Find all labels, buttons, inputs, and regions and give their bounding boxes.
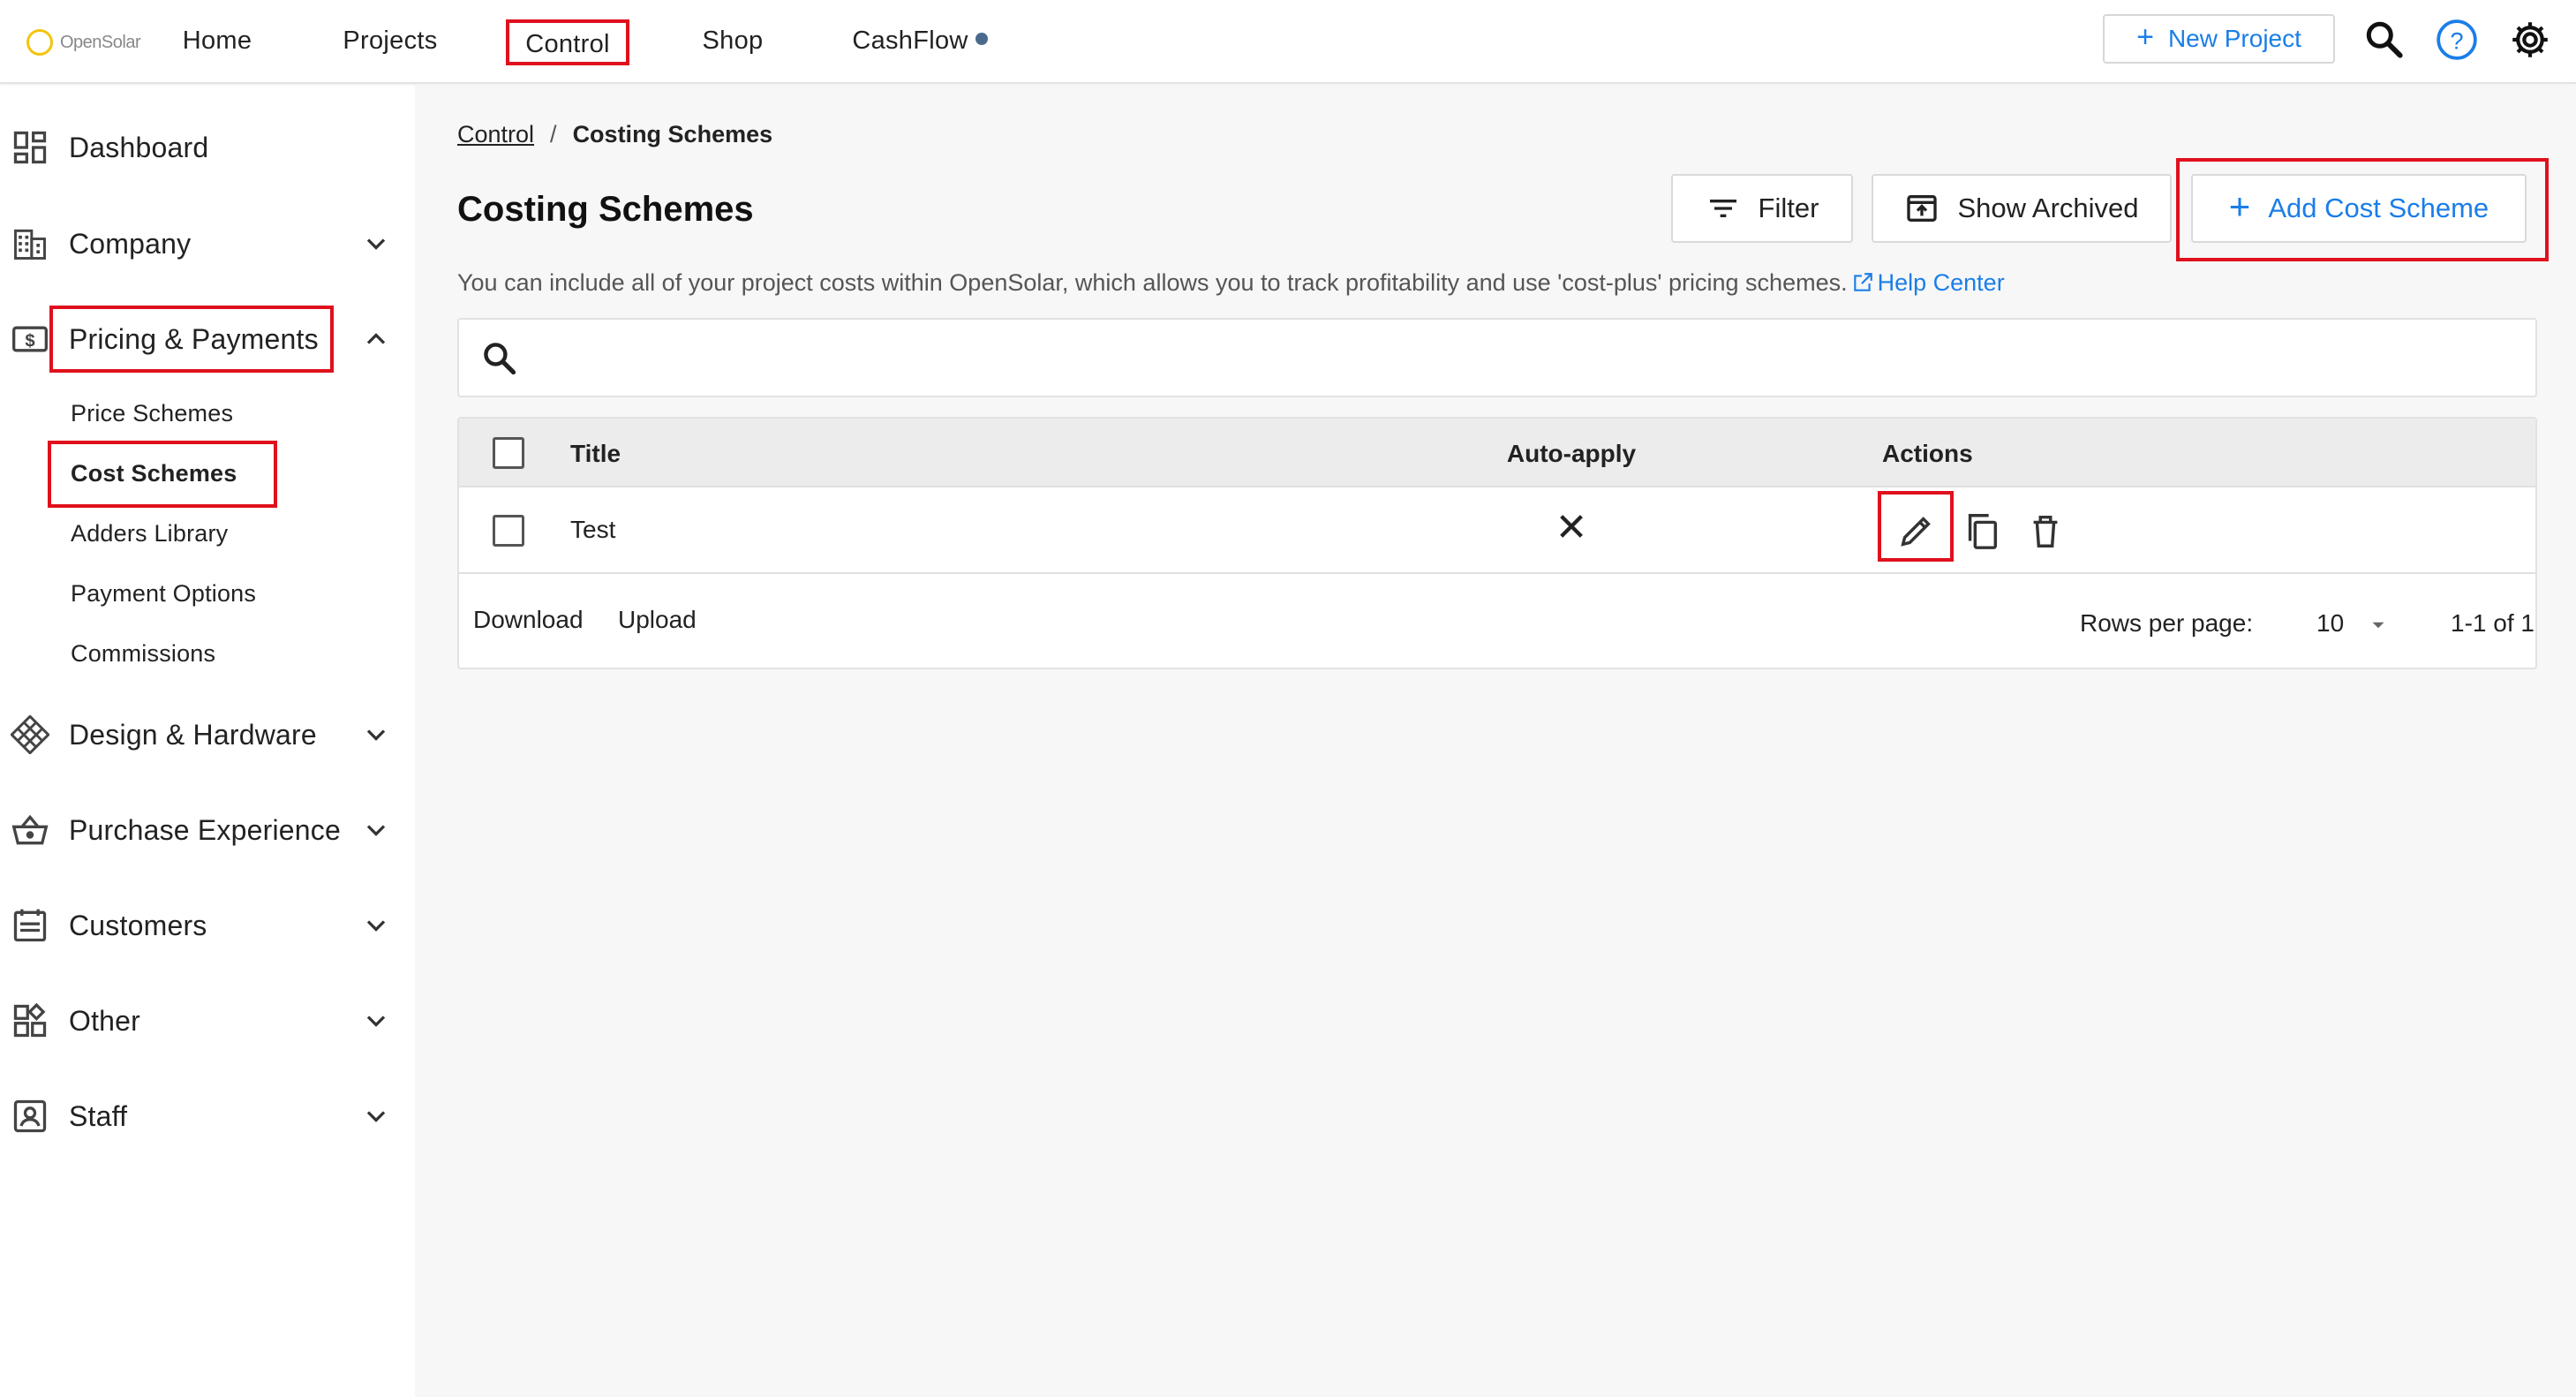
copy-icon[interactable] [1962,510,2002,551]
sidebar-item-purchase-experience[interactable]: Purchase Experience [0,795,415,865]
help-icon[interactable]: ? [2435,18,2479,62]
building-icon [14,229,46,260]
cost-schemes-table: Title Auto-apply Actions Test ✕ Download… [457,417,2537,669]
page-title: Costing Schemes [457,190,754,229]
breadcrumb-current: Costing Schemes [572,121,773,147]
logo-ring-icon [26,29,53,56]
delete-trash-icon[interactable] [2025,510,2066,551]
nav-shop[interactable]: Shop [689,19,777,65]
search-input[interactable] [539,334,2481,383]
sidebar-label-company: Company [69,227,192,260]
widgets-icon [13,1002,47,1038]
sidebar-subitem-adders-library[interactable]: Adders Library [71,520,228,547]
svg-text:$: $ [25,331,34,351]
opensolar-logo[interactable]: OpenSolar [26,25,141,60]
sidebar-label-purchase-experience: Purchase Experience [69,813,341,846]
select-all-checkbox[interactable] [493,437,524,469]
download-link[interactable]: Download [473,606,584,634]
logo-text: OpenSolar [60,32,141,52]
sidebar-label-customers: Customers [69,909,207,941]
sidebar-label-other: Other [69,1004,141,1037]
pagination-range: 1-1 of 1 [2451,609,2535,637]
chevron-down-icon [366,729,386,741]
external-link-icon [1853,273,1872,291]
column-actions: Actions [1882,440,1973,467]
archive-icon [1907,195,1938,222]
new-project-label: New Project [2167,25,2301,52]
sidebar: Dashboard Company $ Pricing & Payments P… [0,86,415,1397]
basket-icon [11,814,49,845]
plus-icon: + [2136,19,2154,54]
table-footer: Download Upload Rows per page: 10 1-1 of… [459,574,2535,669]
row-title: Test [570,516,616,543]
description-text: You can include all of your project cost… [457,269,1848,296]
row-checkbox[interactable] [493,515,524,547]
sidebar-label-design-hardware: Design & Hardware [69,718,317,751]
nav-control[interactable]: Control [506,19,629,65]
list-icon [13,909,47,942]
dollar-icon: $ [12,326,48,352]
chevron-down-icon [366,1016,386,1027]
sidebar-item-dashboard[interactable]: Dashboard [0,112,415,183]
nav-projects[interactable]: Projects [332,19,448,65]
column-title[interactable]: Title [570,440,621,468]
sidebar-subitem-price-schemes[interactable]: Price Schemes [71,400,233,427]
dropdown-arrow-icon [2372,622,2384,628]
sidebar-label-dashboard: Dashboard [69,131,209,163]
sidebar-subitem-commissions[interactable]: Commissions [71,640,215,668]
gear-icon[interactable] [2508,18,2552,62]
search-icon[interactable] [2362,18,2407,62]
auto-apply-x-icon: ✕ [1555,506,1588,549]
main-content: Control / Costing Schemes Costing Schemes … [415,86,2576,1397]
badge-icon [13,1099,47,1133]
filter-button[interactable]: Filter [1671,174,1853,243]
search-bar[interactable] [457,318,2537,397]
highlight-pricing-payments [49,306,334,373]
nav-cashflow[interactable]: CashFlow [840,19,999,65]
filter-label: Filter [1758,193,1819,223]
chevron-down-icon [366,1111,386,1122]
nav-home[interactable]: Home [173,19,261,65]
sidebar-item-staff[interactable]: Staff [0,1081,415,1152]
table-header: Title Auto-apply Actions [459,419,2535,487]
sidebar-item-design-hardware[interactable]: Design & Hardware [0,699,415,770]
page-description: You can include all of your project cost… [457,269,2005,297]
dashboard-icon [13,131,47,164]
svg-text:?: ? [2450,26,2463,54]
search-icon [484,343,516,375]
table-row[interactable]: Test ✕ [459,487,2535,574]
upload-link[interactable]: Upload [618,606,697,634]
chevron-up-icon [366,333,386,344]
rows-per-page-label: Rows per page: [2080,609,2254,637]
help-center-link[interactable]: Help Center [1878,269,2005,296]
rows-per-page-value: 10 [2316,609,2345,637]
notification-dot-icon [975,33,988,46]
chevron-down-icon [366,920,386,932]
nav-cashflow-label: CashFlow [852,26,968,55]
highlight-cost-schemes [48,441,277,508]
sidebar-item-company[interactable]: Company [0,208,415,279]
show-archived-label: Show Archived [1957,193,2139,223]
highlight-edit-button [1878,491,1954,562]
show-archived-button[interactable]: Show Archived [1872,174,2172,243]
filter-icon [1709,200,1736,217]
breadcrumb-separator: / [550,121,557,147]
sidebar-item-other[interactable]: Other [0,985,415,1056]
rows-per-page-select[interactable]: 10 [2316,609,2390,638]
sidebar-item-customers[interactable]: Customers [0,890,415,961]
sidebar-subitem-payment-options[interactable]: Payment Options [71,580,256,608]
new-project-button[interactable]: + New Project [2103,14,2335,64]
sidebar-label-staff: Staff [69,1099,128,1132]
chevron-down-icon [366,825,386,836]
highlight-add-cost-scheme [2176,158,2549,261]
top-nav-bar: OpenSolar Home Projects Control Shop Cas… [0,0,2576,84]
chevron-down-icon [366,238,386,250]
breadcrumb: Control / Costing Schemes [457,121,772,148]
breadcrumb-control-link[interactable]: Control [457,121,534,147]
column-auto-apply: Auto-apply [1506,440,1637,467]
grid-diamond-icon [11,715,49,754]
